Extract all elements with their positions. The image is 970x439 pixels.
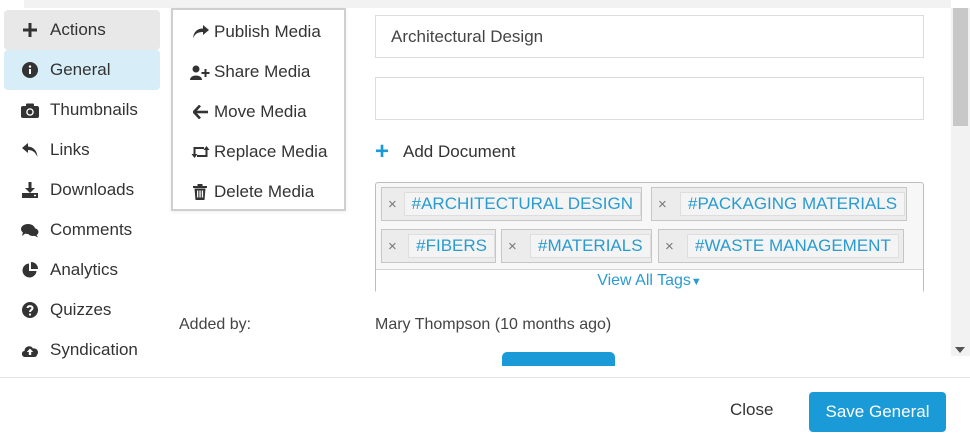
dialog-footer: Close Save General [0, 377, 970, 439]
menu-item-label: Move Media [214, 102, 307, 121]
tag-chip: × #ARCHITECTURAL DESIGN [381, 187, 642, 221]
close-button[interactable]: Close [730, 400, 773, 420]
tag-label[interactable]: #PACKAGING MATERIALS [680, 192, 906, 216]
menu-item-label: Publish Media [214, 22, 321, 41]
added-by-value: Mary Thompson (10 months ago) [375, 316, 612, 333]
tag-chip: × #MATERIALS [501, 229, 652, 263]
trash-icon [189, 182, 211, 202]
question-icon [20, 300, 40, 320]
sidebar-item-label: Analytics [50, 260, 119, 279]
sidebar-item-label: Syndication [50, 340, 138, 359]
sidebar-item-label: Links [50, 140, 90, 159]
plus-icon [20, 20, 40, 40]
scroll-down-arrow-icon[interactable] [955, 347, 965, 353]
view-all-tags-label: View All Tags [597, 272, 691, 289]
sidebar-item-general[interactable]: General [4, 50, 160, 90]
sidebar-item-thumbnails[interactable]: Thumbnails [4, 90, 160, 130]
cloud-upload-icon [20, 340, 40, 360]
menu-item-publish-media[interactable]: Publish Media [173, 12, 344, 52]
menu-item-replace-media[interactable]: Replace Media [173, 132, 344, 172]
remove-tag-icon[interactable]: × [388, 238, 402, 255]
add-document-button[interactable]: + Add Document [375, 140, 515, 164]
comments-icon [20, 220, 40, 240]
share-arrow-icon [189, 22, 211, 42]
sidebar-item-label: General [50, 60, 111, 79]
tag-chip: × #WASTE MANAGEMENT [658, 229, 904, 263]
top-header-strip [24, 0, 951, 8]
remove-tag-icon[interactable]: × [388, 196, 398, 213]
sidebar-item-label: Downloads [50, 180, 135, 199]
menu-item-move-media[interactable]: Move Media [173, 92, 344, 132]
reply-icon [20, 140, 40, 160]
add-document-label: Add Document [403, 142, 516, 161]
sidebar-item-label: Comments [50, 220, 133, 239]
added-by-label: Added by: [179, 316, 252, 333]
pie-chart-icon [20, 260, 40, 280]
view-all-tags-link[interactable]: View All Tags▼ [376, 269, 923, 293]
tag-label[interactable]: #FIBERS [408, 234, 495, 258]
media-title-value: Architectural Design [391, 26, 544, 46]
sidebar-item-label: Thumbnails [50, 100, 138, 119]
plus-icon: + [375, 138, 390, 165]
info-icon [20, 60, 40, 80]
menu-item-share-media[interactable]: Share Media [173, 52, 344, 92]
tag-label[interactable]: #MATERIALS [530, 234, 651, 258]
remove-tag-icon[interactable]: × [508, 238, 524, 255]
sidebar-nav: Actions General Thumbnails Links Downloa… [4, 10, 160, 370]
sidebar-item-comments[interactable]: Comments [4, 210, 160, 250]
tag-chip: × #FIBERS [381, 229, 496, 263]
remove-tag-icon[interactable]: × [665, 238, 681, 255]
tag-label[interactable]: #ARCHITECTURAL DESIGN [403, 192, 641, 216]
actions-dropdown-menu: Publish Media Share Media Move Media Rep… [171, 8, 346, 211]
sidebar-item-actions[interactable]: Actions [4, 10, 160, 50]
media-description-input[interactable] [375, 77, 924, 120]
user-plus-icon [189, 62, 211, 82]
tags-container: × #ARCHITECTURAL DESIGN × #PACKAGING MAT… [375, 182, 924, 293]
caret-down-icon: ▼ [690, 276, 702, 288]
tag-label[interactable]: #WASTE MANAGEMENT [687, 234, 899, 258]
menu-item-label: Delete Media [214, 182, 315, 201]
scrollbar-thumb[interactable] [953, 8, 968, 126]
sidebar-item-analytics[interactable]: Analytics [4, 250, 160, 290]
sidebar-item-quizzes[interactable]: Quizzes [4, 290, 160, 330]
partially-visible-button[interactable] [502, 352, 615, 366]
camera-icon [20, 100, 40, 120]
content-scrollbar[interactable] [951, 8, 970, 356]
menu-item-label: Replace Media [214, 142, 328, 161]
sidebar-item-label: Actions [50, 20, 106, 39]
sidebar-item-syndication[interactable]: Syndication [4, 330, 160, 370]
arrow-left-icon [189, 102, 211, 122]
sidebar-item-downloads[interactable]: Downloads [4, 170, 160, 210]
download-icon [20, 180, 40, 200]
save-general-button[interactable]: Save General [809, 392, 946, 432]
sidebar-item-links[interactable]: Links [4, 130, 160, 170]
tag-chip: × #PACKAGING MATERIALS [651, 187, 907, 221]
remove-tag-icon[interactable]: × [658, 196, 674, 213]
menu-item-delete-media[interactable]: Delete Media [173, 172, 344, 212]
menu-item-label: Share Media [214, 62, 311, 81]
media-title-input[interactable]: Architectural Design [375, 15, 924, 58]
retweet-icon [189, 142, 211, 162]
sidebar-item-label: Quizzes [50, 300, 112, 319]
